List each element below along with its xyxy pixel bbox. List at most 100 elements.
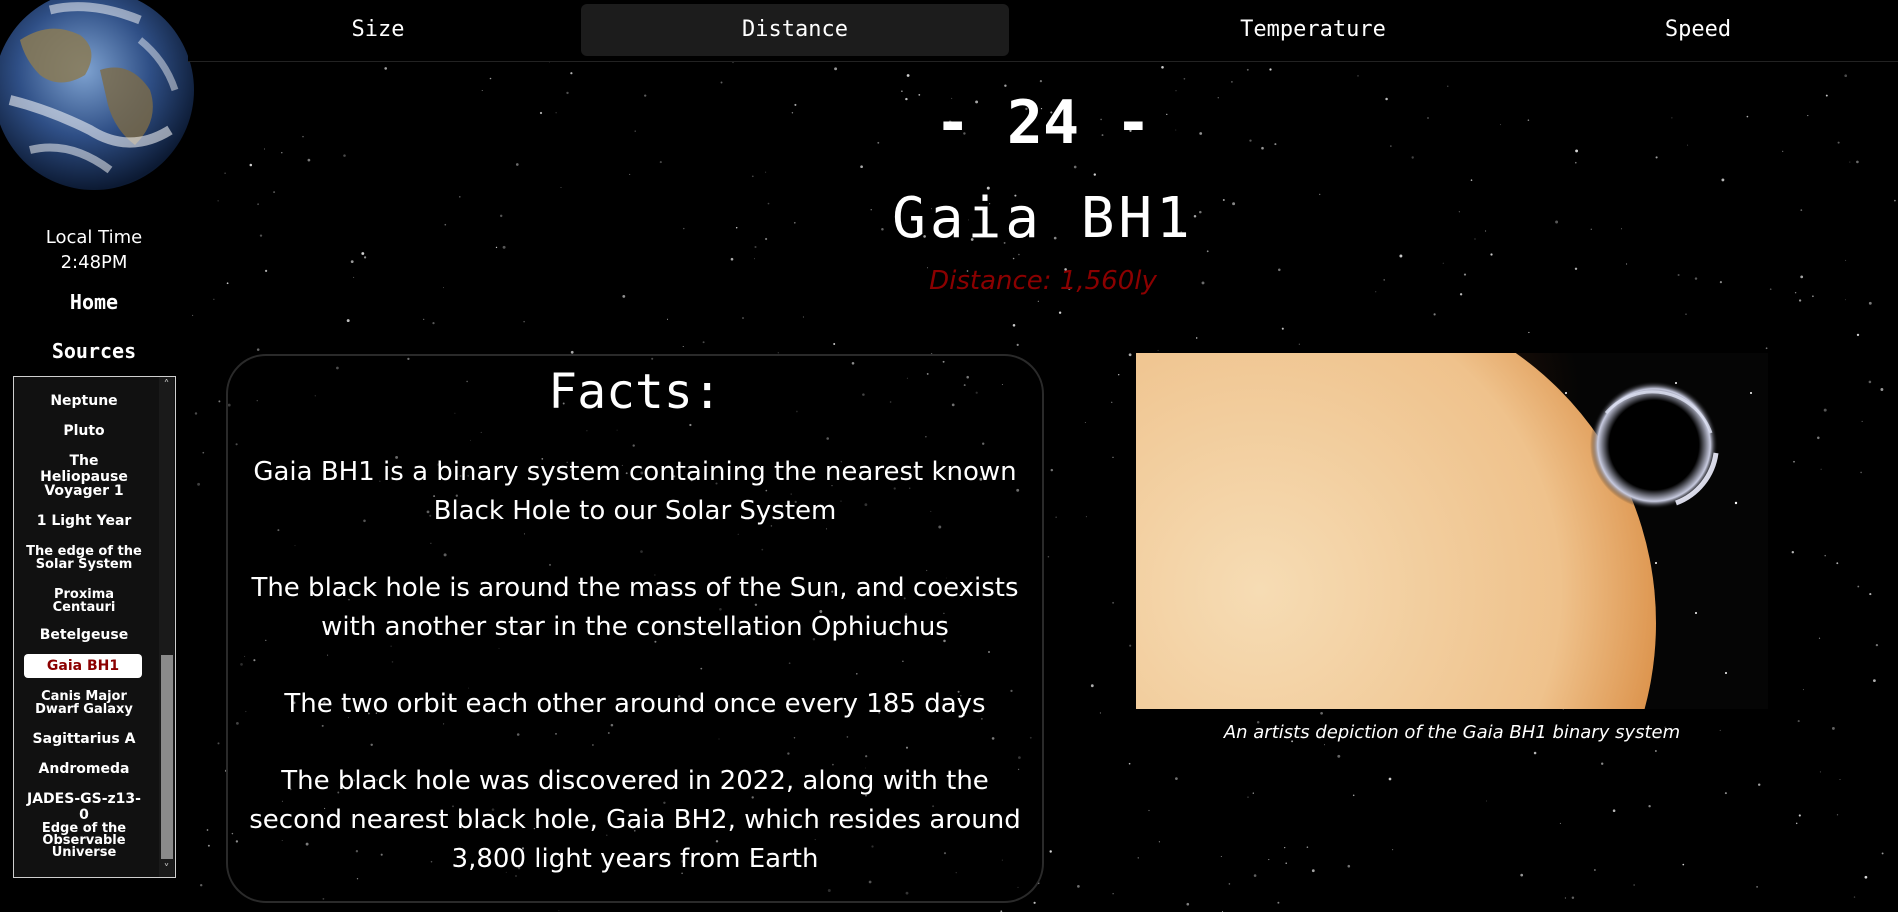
list-item-heliopause[interactable]: The Heliopause: [24, 453, 144, 485]
background-star: [1470, 179, 1473, 181]
background-star: [720, 81, 723, 84]
list-item-neptune[interactable]: Neptune: [24, 393, 144, 409]
background-star: [1721, 178, 1725, 182]
background-star: [1357, 75, 1359, 77]
background-star: [730, 257, 734, 261]
local-time: Local Time 2:48PM: [0, 225, 188, 275]
background-star: [1247, 796, 1249, 798]
background-star: [1004, 84, 1007, 87]
background-star: [1128, 353, 1132, 357]
background-star: [834, 67, 838, 71]
object-list[interactable]: Neptune Pluto The Heliopause Voyager 1 1…: [13, 376, 176, 878]
background-star: [1601, 762, 1604, 765]
background-star: [224, 172, 226, 175]
background-star: [1559, 822, 1561, 824]
background-star: [1633, 884, 1635, 886]
list-item-edge-solar-system[interactable]: The edge of the Solar System: [24, 545, 144, 571]
background-star: [218, 400, 221, 403]
background-star: [423, 318, 425, 321]
list-scrollbar[interactable]: ˄ ˅: [159, 377, 174, 877]
background-star: [1682, 863, 1685, 866]
background-star: [1352, 794, 1355, 797]
background-star: [1129, 644, 1132, 647]
background-star: [523, 320, 525, 323]
list-item-jades[interactable]: JADES-GS-z13-0: [24, 791, 144, 823]
background-star: [1756, 886, 1758, 888]
background-star: [1612, 809, 1616, 812]
background-star: [1085, 516, 1087, 518]
chevron-up-icon[interactable]: ˄: [159, 377, 174, 393]
background-star: [1880, 388, 1884, 391]
background-star: [1860, 471, 1862, 474]
scroll-thumb[interactable]: [161, 655, 173, 859]
list-item-betelgeuse[interactable]: Betelgeuse: [24, 627, 144, 643]
list-item-proxima-centauri[interactable]: Proxima Centauri: [24, 588, 144, 614]
background-star: [1112, 893, 1114, 895]
tab-size[interactable]: Size: [292, 4, 464, 56]
background-star: [1047, 555, 1050, 558]
background-star: [1528, 331, 1530, 334]
background-star: [363, 256, 367, 259]
background-star: [213, 298, 215, 300]
tab-speed[interactable]: Speed: [1598, 4, 1798, 56]
background-star: [1857, 585, 1860, 588]
background-star: [1853, 896, 1856, 898]
background-star: [1564, 897, 1566, 899]
list-item-canis-major[interactable]: Canis Major Dwarf Galaxy: [24, 690, 144, 716]
background-star: [1433, 313, 1436, 316]
category-tabs: Size Distance Temperature Speed: [188, 0, 1898, 62]
background-star: [1798, 814, 1801, 817]
background-star: [1252, 792, 1254, 794]
background-star: [1016, 343, 1019, 346]
background-star: [1824, 554, 1826, 557]
tab-distance[interactable]: Distance: [581, 4, 1009, 56]
background-star: [515, 163, 519, 166]
background-star: [192, 314, 194, 316]
background-star: [1819, 771, 1821, 773]
list-item-voyager-1[interactable]: Voyager 1: [24, 483, 144, 499]
fact-item: The black hole was discovered in 2022, a…: [249, 766, 1021, 874]
background-star: [1868, 380, 1872, 384]
background-star: [1195, 337, 1198, 339]
background-star: [702, 341, 705, 344]
background-star: [1399, 254, 1403, 258]
background-star: [207, 844, 210, 847]
background-star: [1117, 373, 1120, 376]
home-link[interactable]: Home: [0, 290, 188, 314]
object-title: Gaia BH1: [892, 186, 1194, 251]
background-star: [1128, 762, 1131, 765]
background-star: [765, 171, 767, 173]
background-star: [1183, 77, 1186, 80]
background-star: [1571, 896, 1575, 900]
background-star: [1039, 79, 1043, 83]
chevron-down-icon[interactable]: ˅: [159, 861, 174, 877]
background-star: [1797, 720, 1800, 723]
sources-link[interactable]: Sources: [0, 339, 188, 363]
local-time-label: Local Time: [45, 227, 143, 248]
list-item-gaia-bh1[interactable]: Gaia BH1: [24, 654, 142, 678]
tab-temperature[interactable]: Temperature: [1148, 4, 1478, 56]
background-star: [1793, 460, 1795, 463]
list-item-edge-universe[interactable]: Edge of the Observable Universe: [24, 822, 144, 859]
list-item-sagittarius-a[interactable]: Sagittarius A: [24, 731, 144, 747]
list-item-andromeda[interactable]: Andromeda: [24, 761, 144, 777]
background-star: [202, 451, 205, 454]
background-star: [1836, 814, 1839, 816]
list-item-pluto[interactable]: Pluto: [24, 423, 144, 439]
background-star: [906, 74, 910, 77]
background-star: [1872, 679, 1876, 683]
list-item-1-light-year[interactable]: 1 Light Year: [24, 513, 144, 529]
background-star: [1111, 401, 1113, 403]
background-star: [1055, 516, 1057, 518]
background-star: [346, 319, 350, 323]
background-star: [754, 258, 755, 260]
background-star: [199, 883, 203, 887]
background-star: [194, 412, 198, 415]
background-star: [249, 163, 253, 167]
background-star: [629, 173, 631, 175]
background-star: [1388, 777, 1392, 781]
background-star: [1033, 901, 1036, 904]
background-star: [384, 67, 388, 70]
background-star: [1447, 85, 1449, 87]
background-star: [1795, 822, 1798, 825]
